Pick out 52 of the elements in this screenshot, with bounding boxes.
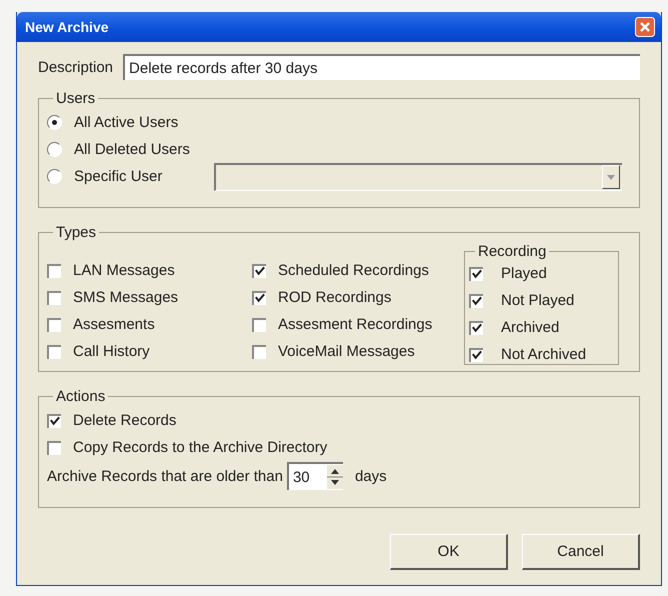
radio-button[interactable]	[47, 169, 62, 184]
checkbox-label: Call History	[73, 343, 150, 360]
cancel-button[interactable]: Cancel	[522, 534, 640, 570]
checkbox-label: Not Archived	[501, 346, 586, 363]
ok-button[interactable]: OK	[390, 534, 508, 570]
checkbox[interactable]	[252, 318, 266, 332]
days-spinner[interactable]: 30	[286, 462, 343, 490]
radio-button[interactable]	[47, 115, 62, 130]
checkbox[interactable]	[47, 414, 61, 428]
checkbox-label: SMS Messages	[73, 289, 178, 306]
checkbox-label: LAN Messages	[73, 262, 175, 279]
spin-arrows-icon[interactable]	[326, 465, 343, 489]
checkbox-label: Assesment Recordings	[278, 316, 432, 333]
checkbox[interactable]	[47, 344, 61, 358]
group-title: Actions	[55, 388, 106, 405]
checkbox[interactable]	[469, 320, 483, 334]
checkbox[interactable]	[469, 266, 483, 280]
checkbox[interactable]	[252, 344, 266, 358]
group-title: Users	[55, 90, 96, 107]
age-label: Archive Records that are older than	[47, 468, 283, 484]
radio-button[interactable]	[47, 142, 62, 157]
checkbox-label: Not Played	[501, 292, 574, 309]
checkbox-label: Copy Records to the Archive Directory	[73, 439, 328, 456]
checkbox-label: Scheduled Recordings	[278, 262, 429, 279]
checkbox-label: ROD Recordings	[278, 289, 392, 306]
checkbox-label: Archived	[501, 319, 560, 336]
checkbox[interactable]	[469, 348, 483, 362]
checkbox[interactable]	[47, 290, 61, 304]
description-field[interactable]: Delete records after 30 days	[123, 54, 640, 80]
days-value: 30	[292, 468, 310, 486]
dropdown-button[interactable]	[602, 165, 620, 189]
radio-label: All Deleted Users	[74, 141, 190, 158]
caret-icon	[607, 174, 616, 180]
checkbox[interactable]	[252, 290, 266, 304]
radio-label: All Active Users	[74, 114, 178, 131]
checkbox-label: Played	[501, 265, 547, 282]
checkbox[interactable]	[47, 264, 61, 278]
checkbox[interactable]	[469, 294, 483, 308]
days-label: days	[354, 468, 387, 484]
checkbox-label: VoiceMail Messages	[278, 343, 415, 360]
close-icon[interactable]	[635, 17, 655, 37]
user-dropdown[interactable]	[214, 162, 622, 190]
checkbox-label: Delete Records	[73, 412, 176, 429]
group-title: Recording	[477, 243, 548, 260]
checkbox[interactable]	[47, 440, 61, 454]
description-label: Description	[38, 58, 114, 76]
checkbox-label: Assesments	[73, 316, 155, 333]
window-title: New Archive	[25, 19, 109, 35]
radio-label: Specific User	[74, 168, 162, 185]
group-title: Types	[55, 224, 98, 241]
checkbox[interactable]	[252, 264, 266, 278]
checkbox[interactable]	[47, 318, 61, 332]
